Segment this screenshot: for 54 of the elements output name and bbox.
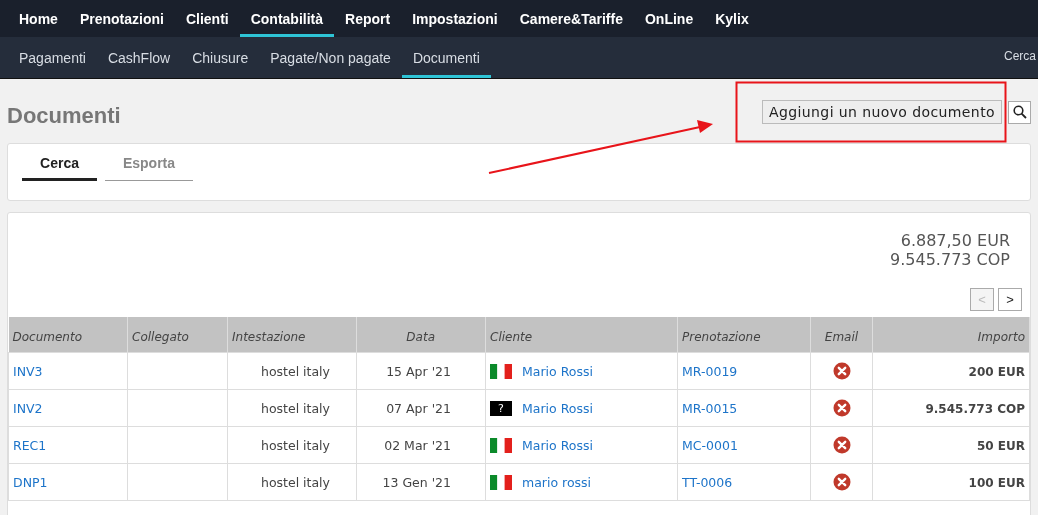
search-button[interactable] — [1008, 100, 1031, 124]
sub-nav-item[interactable]: Documenti — [401, 37, 491, 78]
document-link[interactable]: DNP1 — [13, 474, 48, 490]
page-title: Documenti — [7, 102, 121, 129]
sub-nav-item[interactable]: Pagamenti — [8, 37, 97, 78]
main-nav-item[interactable]: Home — [8, 0, 69, 37]
table-cell: hostel italy — [260, 400, 330, 416]
flag-icon — [490, 363, 512, 379]
tab[interactable]: Esporta — [105, 144, 193, 181]
table-cell: 100 EUR — [968, 475, 1025, 490]
booking-link[interactable]: MR-0015 — [682, 400, 738, 416]
table-cell: 13 Gen '21 — [382, 474, 451, 490]
flag-icon — [490, 437, 512, 453]
add-document-button[interactable]: Aggiungi un nuovo documento — [761, 100, 1002, 124]
table-cell: hostel italy — [260, 363, 330, 379]
sub-nav-item[interactable]: Pagate/Non pagate — [259, 37, 402, 78]
table-cell: 200 EUR — [968, 364, 1025, 379]
table-cell: 15 Apr '21 — [386, 363, 451, 379]
main-nav-item[interactable]: Report — [334, 0, 402, 37]
table-cell: 50 EUR — [976, 438, 1025, 453]
booking-link[interactable]: MC-0001 — [682, 437, 738, 453]
booking-link[interactable]: MR-0019 — [682, 363, 738, 379]
next-page-button[interactable]: > — [998, 288, 1022, 311]
table-cell: hostel italy — [260, 474, 330, 490]
main-nav-item[interactable]: Impostazioni — [401, 0, 509, 37]
main-nav-item[interactable]: OnLine — [633, 0, 705, 37]
flag-icon — [490, 474, 512, 490]
tab[interactable]: Cerca — [22, 144, 97, 181]
main-nav-item[interactable]: Camere&Tariffe — [508, 0, 634, 37]
unknown-flag-icon: ? — [490, 400, 512, 416]
total-amount: 6.887,50 EUR — [900, 231, 1010, 250]
document-link[interactable]: INV2 — [13, 400, 43, 416]
main-nav-item[interactable]: Kylix — [704, 0, 760, 37]
search-icon — [1012, 105, 1027, 119]
column-header[interactable]: Importo — [977, 329, 1025, 344]
column-header[interactable]: Cliente — [490, 329, 533, 344]
sub-nav-item[interactable]: CashFlow — [96, 37, 182, 78]
column-header[interactable]: Data — [406, 329, 435, 344]
booking-link[interactable]: TT-0006 — [682, 474, 733, 490]
table-cell: hostel italy — [260, 437, 330, 453]
document-link[interactable]: REC1 — [13, 437, 47, 453]
main-nav-item[interactable]: Clienti — [174, 0, 240, 37]
main-nav-item[interactable]: Prenotazioni — [68, 0, 175, 37]
total-amount: 9.545.773 COP — [890, 250, 1010, 269]
client-link[interactable]: Mario Rossi — [522, 363, 593, 379]
client-link[interactable]: Mario Rossi — [522, 400, 593, 416]
search-link[interactable]: Cerca — [1002, 37, 1038, 78]
client-link[interactable]: mario rossi — [522, 474, 592, 490]
table-cell: 02 Mar '21 — [384, 437, 451, 453]
table-cell: 9.545.773 COP — [925, 401, 1025, 416]
client-link[interactable]: Mario Rossi — [522, 437, 593, 453]
sub-nav-item[interactable]: Chiusure — [181, 37, 260, 78]
table-cell: 07 Apr '21 — [386, 400, 451, 416]
document-link[interactable]: INV3 — [13, 363, 43, 379]
